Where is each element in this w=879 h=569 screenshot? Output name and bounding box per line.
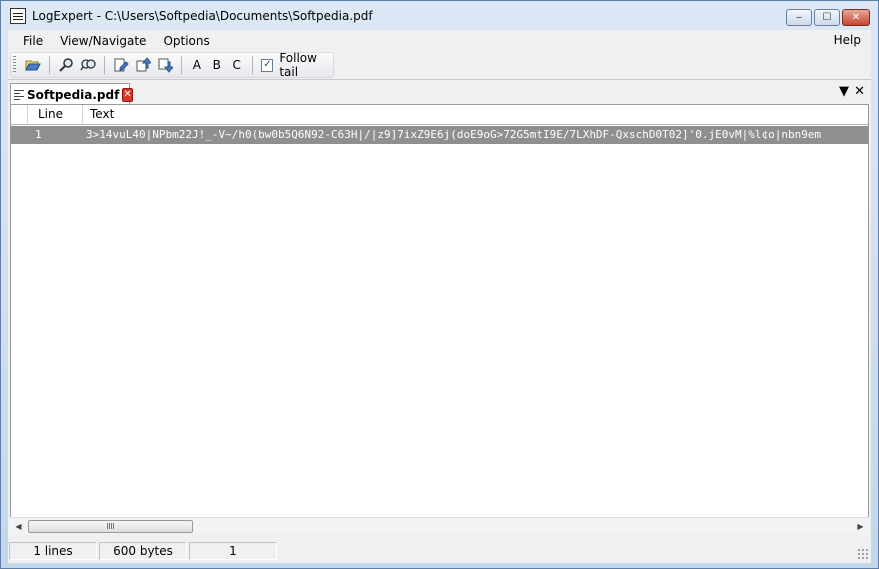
- search-filter-icon[interactable]: [79, 55, 97, 75]
- row-selector[interactable]: [11, 126, 28, 144]
- app-icon: [10, 8, 26, 24]
- column-header-text[interactable]: Text: [83, 105, 868, 124]
- toolbar-separator: [181, 56, 182, 74]
- log-grid[interactable]: Line Text 1 3>14vuL40|NPbm22J!_-V~/h0(bw…: [10, 104, 869, 534]
- column-header-line[interactable]: Line: [28, 105, 83, 124]
- tab-close-icon[interactable]: ✕: [122, 87, 133, 102]
- scroll-left-icon[interactable]: ◀: [10, 518, 27, 535]
- window-title: LogExpert - C:\Users\Softpedia\Documents…: [32, 9, 373, 23]
- toolbar-separator: [48, 56, 50, 74]
- tab-softpedia-pdf[interactable]: Softpedia.pdf ✕: [10, 83, 133, 105]
- title-bar: LogExpert - C:\Users\Softpedia\Documents…: [1, 1, 878, 31]
- menu-file[interactable]: File: [15, 34, 51, 48]
- resize-grip[interactable]: [857, 548, 869, 560]
- thumb-grip: [107, 523, 114, 529]
- open-folder-icon[interactable]: [24, 55, 42, 75]
- window-controls: ‒ ☐ ✕: [786, 9, 870, 26]
- maximize-button[interactable]: ☐: [814, 9, 840, 26]
- menu-options[interactable]: Options: [155, 34, 217, 48]
- toolbar-grip[interactable]: [13, 56, 16, 74]
- toolbar-separator: [103, 56, 105, 74]
- bookmark-prev-icon[interactable]: [134, 55, 152, 75]
- search-icon[interactable]: [57, 55, 75, 75]
- app-window: LogExpert - C:\Users\Softpedia\Documents…: [0, 0, 879, 569]
- tab-label: Softpedia.pdf: [27, 87, 120, 102]
- tab-strip: Softpedia.pdf ✕ ▼ ✕: [8, 79, 871, 105]
- highlight-a-button[interactable]: A: [187, 58, 207, 72]
- close-window-button[interactable]: ✕: [842, 9, 870, 26]
- tab-list-menu-icon[interactable]: ▼: [839, 84, 849, 99]
- follow-tail-checkbox[interactable]: ✓: [261, 58, 274, 72]
- row-text: 3>14vuL40|NPbm22J!_-V~/h0(bw0b5Q6N92-C63…: [86, 128, 822, 141]
- document-icon: [14, 88, 24, 102]
- scroll-thumb[interactable]: [28, 519, 193, 533]
- menu-help[interactable]: Help: [834, 33, 861, 47]
- grid-header: Line Text: [11, 105, 868, 125]
- table-row[interactable]: 1 3>14vuL40|NPbm22J!_-V~/h0(bw0b5Q6N92-C…: [11, 126, 868, 144]
- status-position: 1: [189, 542, 277, 560]
- scroll-right-icon[interactable]: ▶: [852, 518, 869, 535]
- highlight-c-button[interactable]: C: [227, 58, 247, 72]
- status-bar: 1 lines 600 bytes 1: [8, 540, 871, 562]
- highlight-b-button[interactable]: B: [207, 58, 227, 72]
- follow-tail-toggle[interactable]: ✓ Follow tail: [261, 51, 333, 79]
- follow-tail-label: Follow tail: [279, 51, 317, 79]
- header-corner: [11, 105, 28, 124]
- menu-view-navigate[interactable]: View/Navigate: [52, 34, 154, 48]
- toolbar: A B C ✓ Follow tail: [10, 51, 334, 79]
- close-tab-icon[interactable]: ✕: [854, 84, 865, 99]
- status-size: 600 bytes: [99, 542, 187, 560]
- status-lines: 1 lines: [9, 542, 97, 560]
- horizontal-scrollbar[interactable]: ◀ ▶: [10, 517, 869, 534]
- row-line-number: 1: [35, 128, 42, 141]
- minimize-button[interactable]: ‒: [786, 9, 812, 26]
- bookmark-edit-icon[interactable]: [112, 55, 130, 75]
- client-area: File View/Navigate Options Help A B C ✓ …: [8, 30, 871, 563]
- bookmark-next-icon[interactable]: [156, 55, 174, 75]
- toolbar-separator: [251, 56, 253, 74]
- menu-bar: File View/Navigate Options Help: [8, 30, 871, 51]
